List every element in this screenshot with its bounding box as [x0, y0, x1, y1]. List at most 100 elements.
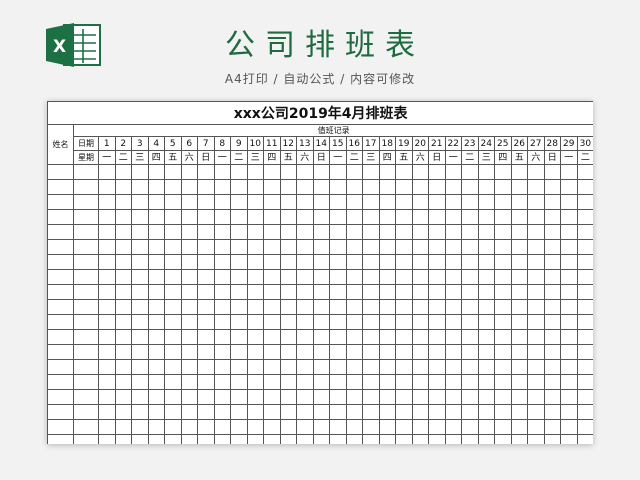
schedule-cell[interactable]	[131, 389, 149, 405]
schedule-cell[interactable]	[213, 389, 231, 405]
schedule-cell[interactable]	[345, 269, 363, 285]
schedule-cell[interactable]	[395, 254, 413, 270]
schedule-cell[interactable]	[197, 239, 215, 255]
day-header-cell[interactable]: 15	[329, 136, 347, 151]
schedule-cell[interactable]	[246, 239, 264, 255]
schedule-cell[interactable]	[362, 239, 380, 255]
schedule-cell[interactable]	[378, 434, 396, 444]
schedule-cell[interactable]	[296, 299, 314, 315]
schedule-cell[interactable]	[560, 434, 578, 444]
schedule-cell[interactable]	[73, 269, 99, 285]
schedule-cell[interactable]	[345, 299, 363, 315]
schedule-cell[interactable]	[73, 299, 99, 315]
schedule-cell[interactable]	[494, 329, 512, 345]
schedule-cell[interactable]	[345, 179, 363, 195]
schedule-cell[interactable]	[444, 419, 462, 435]
schedule-cell[interactable]	[428, 329, 446, 345]
schedule-cell[interactable]	[510, 194, 528, 210]
schedule-cell[interactable]	[312, 419, 330, 435]
schedule-cell[interactable]	[263, 419, 281, 435]
schedule-cell[interactable]	[461, 224, 479, 240]
schedule-cell[interactable]	[411, 419, 429, 435]
schedule-cell[interactable]	[164, 299, 182, 315]
schedule-cell[interactable]	[329, 344, 347, 360]
schedule-cell[interactable]	[378, 179, 396, 195]
schedule-cell[interactable]	[131, 344, 149, 360]
day-header-cell[interactable]: 1	[98, 136, 116, 151]
schedule-cell[interactable]	[428, 239, 446, 255]
schedule-cell[interactable]	[395, 269, 413, 285]
schedule-cell[interactable]	[213, 254, 231, 270]
schedule-cell[interactable]	[543, 404, 561, 420]
schedule-cell[interactable]	[395, 239, 413, 255]
schedule-cell[interactable]	[527, 419, 545, 435]
schedule-cell[interactable]	[263, 299, 281, 315]
schedule-cell[interactable]	[543, 359, 561, 375]
schedule-cell[interactable]	[164, 404, 182, 420]
schedule-cell[interactable]	[114, 299, 132, 315]
schedule-cell[interactable]	[543, 344, 561, 360]
schedule-cell[interactable]	[279, 224, 297, 240]
schedule-cell[interactable]	[560, 344, 578, 360]
schedule-cell[interactable]	[213, 434, 231, 444]
schedule-cell[interactable]	[296, 239, 314, 255]
schedule-cell[interactable]	[131, 314, 149, 330]
schedule-cell[interactable]	[147, 194, 165, 210]
day-header-cell[interactable]: 21	[428, 136, 446, 151]
schedule-cell[interactable]	[114, 194, 132, 210]
schedule-cell[interactable]	[395, 179, 413, 195]
schedule-cell[interactable]	[279, 419, 297, 435]
schedule-cell[interactable]	[131, 359, 149, 375]
schedule-cell[interactable]	[312, 254, 330, 270]
schedule-cell[interactable]	[378, 284, 396, 300]
schedule-cell[interactable]	[345, 164, 363, 180]
schedule-cell[interactable]	[527, 269, 545, 285]
schedule-cell[interactable]	[477, 299, 495, 315]
schedule-cell[interactable]	[246, 404, 264, 420]
schedule-cell[interactable]	[279, 389, 297, 405]
schedule-cell[interactable]	[246, 329, 264, 345]
schedule-cell[interactable]	[395, 164, 413, 180]
schedule-cell[interactable]	[494, 314, 512, 330]
schedule-cell[interactable]	[510, 299, 528, 315]
name-cell[interactable]	[47, 434, 74, 444]
schedule-cell[interactable]	[147, 269, 165, 285]
schedule-cell[interactable]	[230, 419, 248, 435]
schedule-cell[interactable]	[576, 239, 593, 255]
weekday-header-cell[interactable]: 四	[378, 150, 396, 165]
schedule-cell[interactable]	[510, 284, 528, 300]
schedule-cell[interactable]	[461, 389, 479, 405]
schedule-cell[interactable]	[494, 269, 512, 285]
day-header-cell[interactable]: 29	[560, 136, 578, 151]
schedule-cell[interactable]	[510, 224, 528, 240]
schedule-cell[interactable]	[444, 389, 462, 405]
schedule-cell[interactable]	[263, 329, 281, 345]
schedule-cell[interactable]	[362, 434, 380, 444]
schedule-cell[interactable]	[213, 284, 231, 300]
day-header-cell[interactable]: 16	[345, 136, 363, 151]
schedule-cell[interactable]	[494, 194, 512, 210]
name-cell[interactable]	[47, 419, 74, 435]
schedule-cell[interactable]	[411, 359, 429, 375]
schedule-cell[interactable]	[345, 239, 363, 255]
schedule-cell[interactable]	[147, 359, 165, 375]
schedule-cell[interactable]	[230, 164, 248, 180]
schedule-cell[interactable]	[527, 314, 545, 330]
schedule-cell[interactable]	[345, 374, 363, 390]
schedule-cell[interactable]	[246, 374, 264, 390]
schedule-cell[interactable]	[444, 254, 462, 270]
schedule-cell[interactable]	[180, 359, 198, 375]
schedule-cell[interactable]	[98, 374, 116, 390]
schedule-cell[interactable]	[444, 434, 462, 444]
schedule-cell[interactable]	[197, 329, 215, 345]
day-header-cell[interactable]: 25	[494, 136, 512, 151]
schedule-cell[interactable]	[164, 344, 182, 360]
schedule-cell[interactable]	[527, 359, 545, 375]
schedule-cell[interactable]	[180, 254, 198, 270]
day-header-cell[interactable]: 26	[510, 136, 528, 151]
schedule-cell[interactable]	[213, 179, 231, 195]
schedule-cell[interactable]	[197, 224, 215, 240]
schedule-cell[interactable]	[312, 389, 330, 405]
schedule-cell[interactable]	[114, 254, 132, 270]
schedule-cell[interactable]	[197, 299, 215, 315]
